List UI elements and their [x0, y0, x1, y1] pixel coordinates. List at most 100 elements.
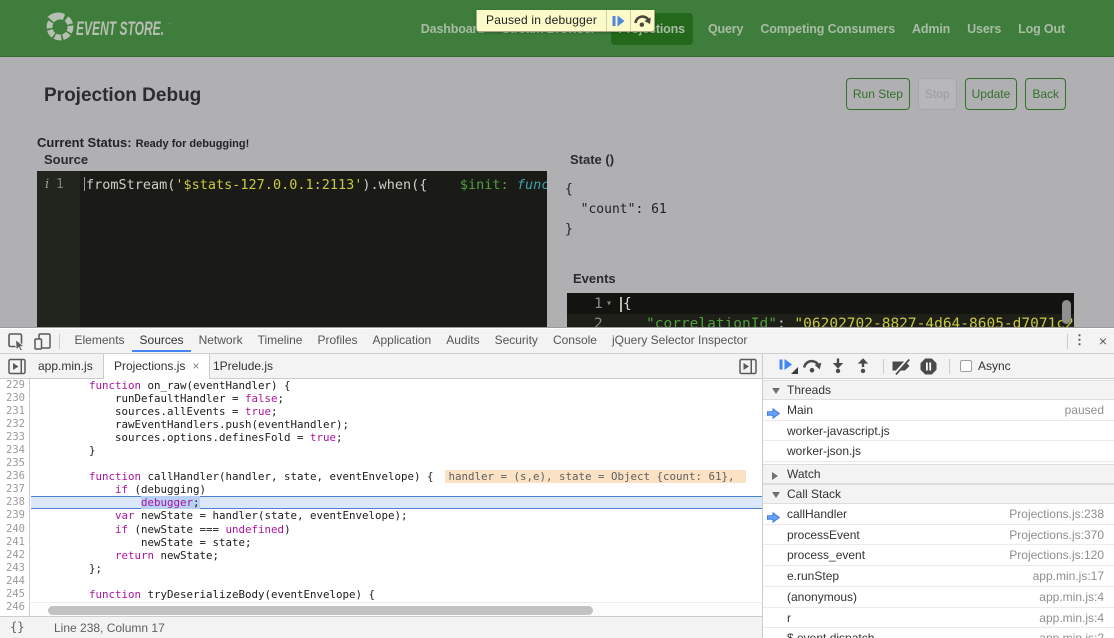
sidebar-row-process-event[interactable]: process_eventProjections.js:120 — [763, 545, 1114, 566]
nav-item-log-out[interactable]: Log Out — [1018, 19, 1065, 39]
code-line-236: function callHandler(handler, state, eve… — [31, 470, 762, 483]
code-line-230: runDefaultHandler = false; — [31, 392, 762, 405]
navigator-panel-icon[interactable] — [8, 358, 26, 375]
gutter-line-239[interactable]: 239 — [0, 509, 29, 522]
action-buttons: Run StepStopUpdateBack — [846, 78, 1066, 110]
gutter-line-246[interactable]: 246 — [0, 601, 29, 614]
file-tab-app.min.js[interactable]: app.min.js — [28, 354, 103, 379]
run-step-button[interactable]: Run Step — [846, 78, 910, 110]
horizontal-scrollbar-thumb[interactable] — [48, 606, 593, 615]
gutter-line-230[interactable]: 230 — [0, 392, 29, 405]
pretty-print-icon[interactable]: {} — [10, 620, 24, 634]
sidebar-row--event-dispatch[interactable]: $.event.dispatchapp.min.js:2 — [763, 628, 1114, 638]
gutter-line-235[interactable]: 235 — [0, 457, 29, 470]
overflow-menu-icon[interactable]: ⋮ — [1073, 332, 1086, 348]
events-scrollbar-thumb[interactable] — [1062, 300, 1071, 324]
file-tab-1prelude.js[interactable]: 1Prelude.js — [203, 354, 283, 379]
menu-separator — [1067, 334, 1068, 349]
step-into-icon — [832, 358, 844, 373]
inspect-icon[interactable] — [8, 333, 26, 350]
nav-item-users[interactable]: Users — [967, 19, 1001, 39]
debugger-toolbar: Async — [762, 354, 1114, 379]
execution-pointer-icon — [767, 408, 780, 419]
devtools-tab-application[interactable]: Application — [365, 329, 439, 352]
source-editor-gutter: i 1 — [37, 171, 80, 327]
event-store-ring-icon — [46, 12, 76, 44]
resume-script-button[interactable] — [779, 358, 794, 376]
toolbar-separator — [59, 334, 60, 349]
async-checkbox[interactable] — [960, 360, 972, 372]
devtools-tab-timeline[interactable]: Timeline — [250, 329, 310, 352]
sidebar-row-worker-javascript-js[interactable]: worker-javascript.js — [763, 421, 1114, 442]
gutter-line-229[interactable]: 229 — [0, 379, 29, 392]
section-header-call-stack[interactable]: Call Stack — [763, 484, 1114, 504]
tab-close-icon[interactable]: × — [192, 359, 199, 373]
section-header-watch[interactable]: Watch — [763, 464, 1114, 484]
device-toolbar-icon[interactable] — [34, 333, 52, 350]
sidebar-row-worker-json-js[interactable]: worker-json.js — [763, 441, 1114, 462]
step-over-button[interactable] — [803, 358, 822, 378]
page-title: Projection Debug — [44, 85, 201, 107]
collapse-triangle-icon — [772, 388, 780, 394]
sidebar-row-r[interactable]: rapp.min.js:4 — [763, 608, 1114, 629]
gutter-line-236[interactable]: 236 — [0, 470, 29, 483]
banner-step-over-button[interactable] — [630, 10, 654, 31]
gutter-line-238[interactable]: 238 — [0, 496, 29, 509]
paused-token: debugger; — [141, 496, 200, 509]
back-button[interactable]: Back — [1025, 78, 1066, 110]
sidebar-row-processevent[interactable]: processEventProjections.js:370 — [763, 525, 1114, 546]
events-line-number-2: 2 — [594, 316, 603, 327]
devtools-tab-audits[interactable]: Audits — [439, 329, 487, 352]
devtools-close-icon[interactable]: × — [1099, 333, 1107, 349]
code-line-237: if (debugging) — [31, 483, 762, 496]
devtools-tab-console[interactable]: Console — [545, 329, 604, 352]
devtools-tab-network[interactable]: Network — [191, 329, 250, 352]
section-header-threads[interactable]: Threads — [763, 380, 1114, 400]
sources-code-pane[interactable]: 2292302312322332342352362372382392402412… — [0, 379, 762, 638]
gutter-line-241[interactable]: 241 — [0, 536, 29, 549]
fold-arrow-icon[interactable]: ▾ — [606, 298, 612, 309]
gutter-line-245[interactable]: 245 — [0, 588, 29, 601]
gutter-line-231[interactable]: 231 — [0, 405, 29, 418]
line-number-gutter[interactable]: 2292302312322332342352362372382392402412… — [0, 379, 30, 617]
banner-resume-button[interactable] — [606, 10, 630, 31]
file-tab-bar: app.min.js Projections.js×1Prelude.js — [0, 354, 762, 379]
sidebar-row-main[interactable]: Mainpaused — [763, 400, 1114, 421]
debugger-panel-icon[interactable] — [739, 358, 757, 375]
row-location: app.min.js:4 — [1039, 587, 1104, 608]
gutter-line-237[interactable]: 237 — [0, 483, 29, 496]
sidebar-row-e-runstep[interactable]: e.runStepapp.min.js:17 — [763, 566, 1114, 587]
gutter-line-243[interactable]: 243 — [0, 562, 29, 575]
nav-item-query[interactable]: Query — [708, 19, 743, 39]
gutter-line-244[interactable]: 244 — [0, 575, 29, 588]
sidebar-row--anonymous-[interactable]: (anonymous)app.min.js:4 — [763, 587, 1114, 608]
deactivate-breakpoints-button[interactable] — [892, 358, 912, 380]
nav-item-admin[interactable]: Admin — [912, 19, 950, 39]
row-location: app.min.js:4 — [1039, 608, 1104, 629]
update-button[interactable]: Update — [965, 78, 1018, 110]
nav-item-competing-consumers[interactable]: Competing Consumers — [760, 19, 895, 39]
gutter-line-232[interactable]: 232 — [0, 418, 29, 431]
gutter-line-234[interactable]: 234 — [0, 444, 29, 457]
devtools-tab-security[interactable]: Security — [487, 329, 545, 352]
stop-button[interactable]: Stop — [918, 78, 957, 110]
section-title: Threads — [787, 383, 831, 397]
events-editor[interactable]: 1 2 ▾ { "correlationId": "06202702-8827-… — [567, 293, 1074, 327]
step-into-button[interactable] — [832, 358, 844, 378]
devtools-tab-profiles[interactable]: Profiles — [310, 329, 365, 352]
gutter-line-240[interactable]: 240 — [0, 523, 29, 536]
step-out-button[interactable] — [857, 358, 869, 378]
devtools-tab-elements[interactable]: Elements — [67, 329, 132, 352]
source-code-editor[interactable]: i 1 fromStream('$stats-127.0.0.1:2113').… — [37, 171, 547, 327]
expand-triangle-icon — [772, 472, 778, 480]
gutter-line-233[interactable]: 233 — [0, 431, 29, 444]
file-tab-label: app.min.js — [38, 359, 93, 373]
devtools-tab-sources[interactable]: Sources — [132, 329, 191, 352]
gutter-line-242[interactable]: 242 — [0, 549, 29, 562]
file-tab-projections.js[interactable]: Projections.js× — [103, 354, 210, 380]
event-store-logo[interactable]: EVENT STORE. ™ — [46, 12, 196, 44]
devtools-tab-jquery-selector-inspector[interactable]: jQuery Selector Inspector — [604, 329, 754, 352]
horizontal-scrollbar-track[interactable] — [31, 602, 762, 617]
sidebar-row-callhandler[interactable]: callHandlerProjections.js:238 — [763, 504, 1114, 525]
pause-on-exceptions-button[interactable] — [920, 358, 937, 380]
